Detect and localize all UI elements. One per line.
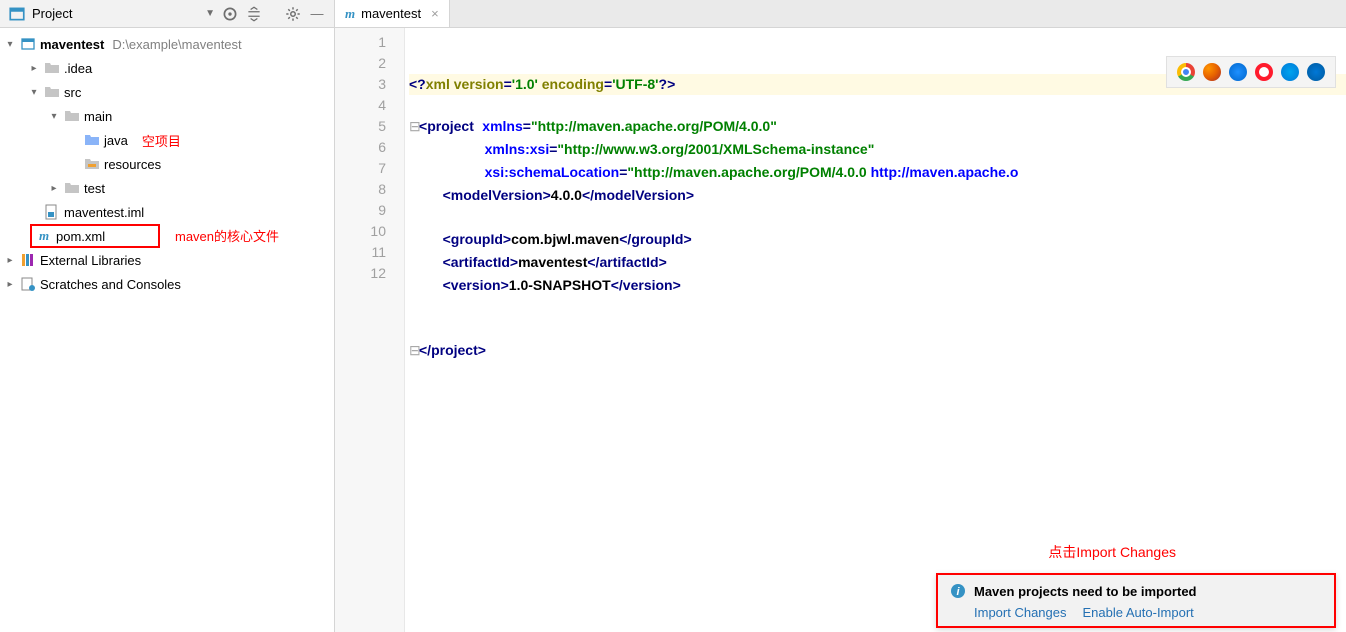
tree-label: maventest — [40, 37, 104, 52]
select-opened-file-icon[interactable] — [221, 5, 239, 23]
folder-icon — [44, 84, 60, 100]
hide-panel-icon[interactable]: — — [308, 5, 326, 23]
line-number: 11 — [335, 242, 386, 263]
line-number: 4 — [335, 95, 386, 116]
tree-label: Scratches and Consoles — [40, 277, 181, 292]
tree-root[interactable]: ▾ maventest D:\example\maventest — [0, 32, 334, 56]
line-number: 12 — [335, 263, 386, 284]
project-tool-header: Project ▼ — — [0, 0, 335, 27]
annotation-label: 空项目 — [142, 131, 181, 150]
tree-item-scratches[interactable]: ▸ Scratches and Consoles — [0, 272, 334, 296]
tree-label: pom.xml — [56, 229, 105, 244]
tree-label: External Libraries — [40, 253, 141, 268]
libraries-icon — [20, 252, 36, 268]
iml-file-icon — [44, 204, 60, 220]
gear-icon[interactable] — [284, 5, 302, 23]
line-number: 8 — [335, 179, 386, 200]
tree-item-resources[interactable]: ▸ resources — [0, 152, 334, 176]
dropdown-arrow-icon[interactable]: ▼ — [205, 8, 215, 19]
collapse-all-icon[interactable] — [245, 5, 263, 23]
code-editor[interactable]: 1 2 3 4 5 6 7 8 9 10 11 12 <?xml version… — [335, 28, 1346, 632]
project-view-icon[interactable] — [8, 5, 26, 23]
tree-item-test[interactable]: ▸ test — [0, 176, 334, 200]
import-changes-link[interactable]: Import Changes — [974, 605, 1067, 620]
tree-label: main — [84, 109, 112, 124]
folder-icon — [64, 180, 80, 196]
chrome-icon[interactable] — [1177, 63, 1195, 81]
notification-title: Maven projects need to be imported — [974, 584, 1197, 599]
tree-label: .idea — [64, 61, 92, 76]
tree-path: D:\example\maventest — [112, 37, 241, 52]
top-toolbar: Project ▼ — m maventest × — [0, 0, 1346, 28]
tree-label: resources — [104, 157, 161, 172]
import-notification: i Maven projects need to be imported Imp… — [936, 573, 1336, 628]
tree-label: maventest.iml — [64, 205, 144, 220]
line-number: 10 — [335, 221, 386, 242]
tree-label: java — [104, 133, 128, 148]
code-area[interactable]: <?xml version='1.0' encoding='UTF-8'?> ⊟… — [405, 28, 1346, 632]
info-icon: i — [950, 583, 966, 599]
tab-label: maventest — [361, 6, 421, 21]
safari-icon[interactable] — [1229, 63, 1247, 81]
annotation-label: maven的核心文件 — [175, 229, 279, 244]
line-number: 3 — [335, 74, 386, 95]
tree-label: test — [84, 181, 105, 196]
tree-item-idea[interactable]: ▸ .idea — [0, 56, 334, 80]
firefox-icon[interactable] — [1203, 63, 1221, 81]
tree-item-main[interactable]: ▾ main — [0, 104, 334, 128]
line-number: 1 — [335, 32, 386, 53]
editor-tab-maventest[interactable]: m maventest × — [335, 0, 450, 27]
folder-icon — [64, 108, 80, 124]
tree-item-pom[interactable]: m pom.xml — [30, 224, 160, 248]
gutter: 1 2 3 4 5 6 7 8 9 10 11 12 — [335, 28, 405, 632]
tree-item-iml[interactable]: ▸ maventest.iml — [0, 200, 334, 224]
tree-item-src[interactable]: ▾ src — [0, 80, 334, 104]
tree-label: src — [64, 85, 81, 100]
resources-folder-icon — [84, 156, 100, 172]
maven-file-icon: m — [36, 228, 52, 244]
tree-item-external-libraries[interactable]: ▸ External Libraries — [0, 248, 334, 272]
line-number: 6 — [335, 137, 386, 158]
module-icon — [20, 36, 36, 52]
opera-icon[interactable] — [1255, 63, 1273, 81]
edge-icon[interactable] — [1307, 63, 1325, 81]
tree-item-java[interactable]: ▸ java 空项目 — [0, 128, 334, 152]
folder-icon — [44, 60, 60, 76]
editor-tabs: m maventest × — [335, 0, 1346, 27]
close-icon[interactable]: × — [431, 6, 439, 21]
source-folder-icon — [84, 132, 100, 148]
project-sidebar: ▾ maventest D:\example\maventest ▸ .idea… — [0, 28, 335, 632]
project-header-label[interactable]: Project — [32, 6, 72, 21]
maven-file-icon: m — [345, 6, 355, 22]
enable-auto-import-link[interactable]: Enable Auto-Import — [1083, 605, 1194, 620]
annotation-label: 点击Import Changes — [1048, 542, 1176, 562]
line-number: 7 — [335, 158, 386, 179]
scratches-icon — [20, 276, 36, 292]
project-tree: ▾ maventest D:\example\maventest ▸ .idea… — [0, 28, 334, 296]
ie-icon[interactable] — [1281, 63, 1299, 81]
line-number: 9 — [335, 200, 386, 221]
line-number: 5 — [335, 116, 386, 137]
line-number: 2 — [335, 53, 386, 74]
browser-preview-icons — [1166, 56, 1336, 88]
